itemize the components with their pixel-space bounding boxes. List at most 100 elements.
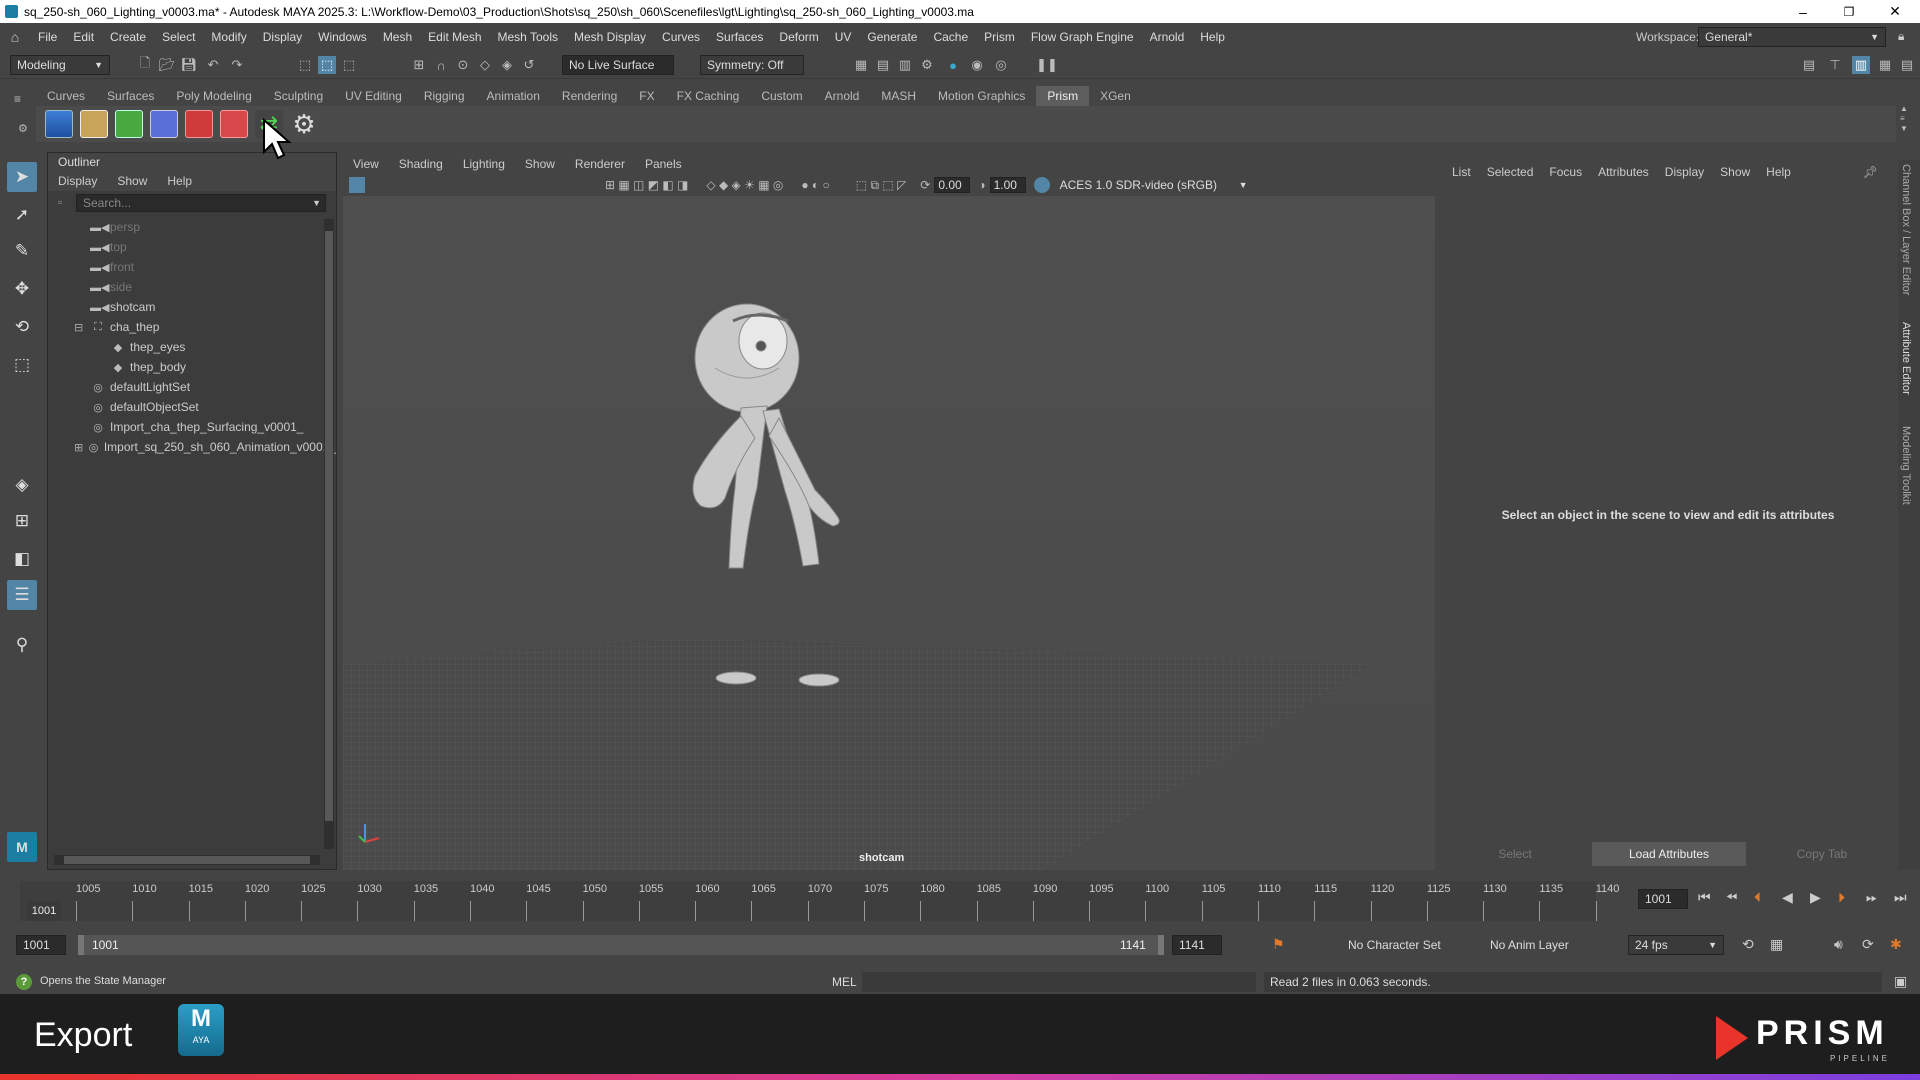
shelf-tab-surfaces[interactable]: Surfaces — [96, 86, 165, 106]
attr-select-button[interactable]: Select — [1440, 842, 1590, 866]
scrollbar-thumb[interactable] — [325, 231, 333, 821]
attr-menu-help[interactable]: Help — [1758, 165, 1799, 179]
snap-surface-icon[interactable]: ◈ — [498, 56, 516, 74]
shelf-tab-poly-modeling[interactable]: Poly Modeling — [165, 86, 262, 106]
play-forwards-icon[interactable]: ▶ — [1810, 889, 1821, 906]
viewport-menu-renderer[interactable]: Renderer — [565, 157, 635, 171]
select-hierarchy-icon[interactable]: ⬚ — [296, 56, 314, 74]
render-view-icon[interactable]: ▦ — [852, 56, 870, 74]
outliner-horizontal-scrollbar[interactable] — [54, 855, 320, 865]
menu-prism[interactable]: Prism — [976, 30, 1023, 44]
command-input[interactable] — [862, 972, 1256, 992]
save-scene-icon[interactable]: 💾︎ — [180, 56, 198, 74]
color-space-dropdown[interactable]: ACES 1.0 SDR-video (sRGB) ▼ — [1053, 176, 1254, 194]
home-icon[interactable]: ⌂ — [0, 29, 30, 45]
cache-playback-icon[interactable]: ▦ — [1770, 936, 1783, 953]
attr-menu-selected[interactable]: Selected — [1479, 165, 1542, 179]
gamma-icon[interactable]: ◑ — [978, 178, 985, 192]
attr-menu-list[interactable]: List — [1444, 165, 1479, 179]
menu-edit-mesh[interactable]: Edit Mesh — [420, 30, 489, 44]
viewport-menu-panels[interactable]: Panels — [635, 157, 692, 171]
toggle-channel-box-icon[interactable]: ▤ — [1898, 56, 1916, 74]
menu-curves[interactable]: Curves — [654, 30, 708, 44]
grid-icon[interactable]: ⊞ ▦ ◫ ◩ ◧ ◨ — [605, 178, 688, 192]
prism-save-version-icon[interactable] — [45, 110, 73, 138]
shelf-menu-icon[interactable]: ≡ — [14, 92, 21, 106]
menu-mesh[interactable]: Mesh — [375, 30, 420, 44]
shelf-tab-curves[interactable]: Curves — [36, 86, 96, 106]
scrollbar-thumb[interactable] — [64, 856, 310, 864]
restore-button[interactable]: ❐ — [1826, 0, 1872, 23]
viewport-menu-show[interactable]: Show — [515, 157, 565, 171]
side-tab-attribute-editor[interactable]: Attribute Editor — [1900, 322, 1912, 395]
menu-create[interactable]: Create — [102, 30, 154, 44]
outliner-layout-icon[interactable]: ☰ — [7, 580, 37, 610]
play-backwards-icon[interactable]: ◀ — [1782, 889, 1793, 906]
outliner-item[interactable]: ▬◀ side — [48, 277, 336, 297]
lock-icon[interactable]: 🔒︎ — [1898, 29, 1904, 44]
mode-dropdown[interactable]: Modeling ▼ — [10, 55, 110, 75]
shelf-tab-animation[interactable]: Animation — [476, 86, 551, 106]
arnold-render-icon[interactable]: ◉ — [968, 56, 986, 74]
attr-menu-focus[interactable]: Focus — [1541, 165, 1590, 179]
menu-select[interactable]: Select — [154, 30, 203, 44]
outliner-item[interactable]: ▬◀ shotcam — [48, 297, 336, 317]
menu-edit[interactable]: Edit — [65, 30, 102, 44]
prism-export-icon[interactable] — [220, 110, 248, 138]
shelf-tab-arnold[interactable]: Arnold — [814, 86, 871, 106]
shelf-tab-xgen[interactable]: XGen — [1089, 86, 1142, 106]
workspace-dropdown[interactable]: General* ▼ — [1698, 27, 1886, 47]
two-pane-layout-icon[interactable]: ◧ — [7, 544, 37, 574]
menu-windows[interactable]: Windows — [310, 30, 375, 44]
load-attributes-button[interactable]: Load Attributes — [1592, 842, 1746, 866]
hypershade-icon[interactable]: ● — [944, 56, 962, 74]
ipr-render-icon[interactable]: ▥ — [896, 56, 914, 74]
attr-menu-show[interactable]: Show — [1712, 165, 1758, 179]
outliner-item[interactable]: ⊞ ◎ Import_sq_250_sh_060_Animation_v0001_ — [48, 437, 336, 457]
toggle-outliner-icon[interactable]: ▤ — [1800, 56, 1818, 74]
viewport-3d[interactable]: shotcam — [343, 196, 1435, 870]
shelf-tab-rigging[interactable]: Rigging — [413, 86, 476, 106]
outliner-item[interactable]: ◎ Import_cha_thep_Surfacing_v0001_ — [48, 417, 336, 437]
arnold-ipr-icon[interactable]: ◎ — [992, 56, 1010, 74]
pin-icon[interactable]: 📌︎ — [1855, 165, 1886, 179]
snap-grid-icon[interactable]: ⊞ — [410, 56, 428, 74]
minimize-button[interactable]: – — [1780, 0, 1826, 23]
run-icon[interactable]: ✱ — [1890, 936, 1902, 953]
outliner-item[interactable]: ◆ thep_eyes — [48, 337, 336, 357]
animation-preferences-icon[interactable]: ⟳ — [1862, 936, 1874, 953]
select-component-icon[interactable]: ⬚ — [340, 56, 358, 74]
gamma-field[interactable]: 1.00 — [989, 177, 1026, 193]
shelf-tab-fx[interactable]: FX — [628, 86, 665, 106]
side-tab-channel-box[interactable]: Channel Box / Layer Editor — [1900, 164, 1912, 295]
toggle-modeling-toolkit-icon[interactable]: ⊤ — [1826, 56, 1844, 74]
snap-live-icon[interactable]: ↺ — [520, 56, 538, 74]
chevron-down-icon[interactable]: ▼ — [312, 195, 321, 211]
attr-menu-attributes[interactable]: Attributes — [1590, 165, 1657, 179]
outliner-search-input[interactable]: Search... ▼ — [76, 194, 326, 212]
outliner-item[interactable]: ▬◀ top — [48, 237, 336, 257]
prism-media-browser-icon[interactable] — [150, 110, 178, 138]
outliner-vertical-scrollbar[interactable] — [324, 219, 334, 849]
step-back-frame-icon[interactable]: ⏴ — [1754, 889, 1761, 906]
menu-mesh-display[interactable]: Mesh Display — [566, 30, 654, 44]
live-surface-field[interactable]: No Live Surface — [562, 55, 674, 75]
paint-select-tool-icon[interactable]: ✎ — [7, 236, 37, 266]
four-pane-layout-icon[interactable]: ⊞ — [7, 506, 37, 536]
shelf-settings-icon[interactable]: ⚙ — [18, 122, 28, 135]
outliner-item[interactable]: ⊟ ⛶ cha_thep — [48, 317, 336, 337]
menu-help[interactable]: Help — [1192, 30, 1233, 44]
menu-generate[interactable]: Generate — [859, 30, 925, 44]
snap-curve-icon[interactable]: ∩ — [432, 56, 450, 74]
rotate-tool-icon[interactable]: ⟲ — [7, 312, 37, 342]
range-slider-handle[interactable] — [78, 935, 1164, 955]
shelf-tab-rendering[interactable]: Rendering — [551, 86, 628, 106]
script-editor-icon[interactable]: ▣ — [1894, 973, 1907, 990]
shelf-tab-mash[interactable]: MASH — [870, 86, 927, 106]
help-icon[interactable]: ? — [16, 974, 32, 990]
range-slider[interactable]: 1001 1141 — [78, 935, 1164, 955]
outliner-item[interactable]: ▬◀ persp — [48, 217, 336, 237]
fps-dropdown[interactable]: 24 fps ▼ — [1628, 935, 1724, 955]
outliner-menu-show[interactable]: Show — [107, 174, 157, 188]
color-management-icon[interactable] — [1033, 177, 1050, 193]
